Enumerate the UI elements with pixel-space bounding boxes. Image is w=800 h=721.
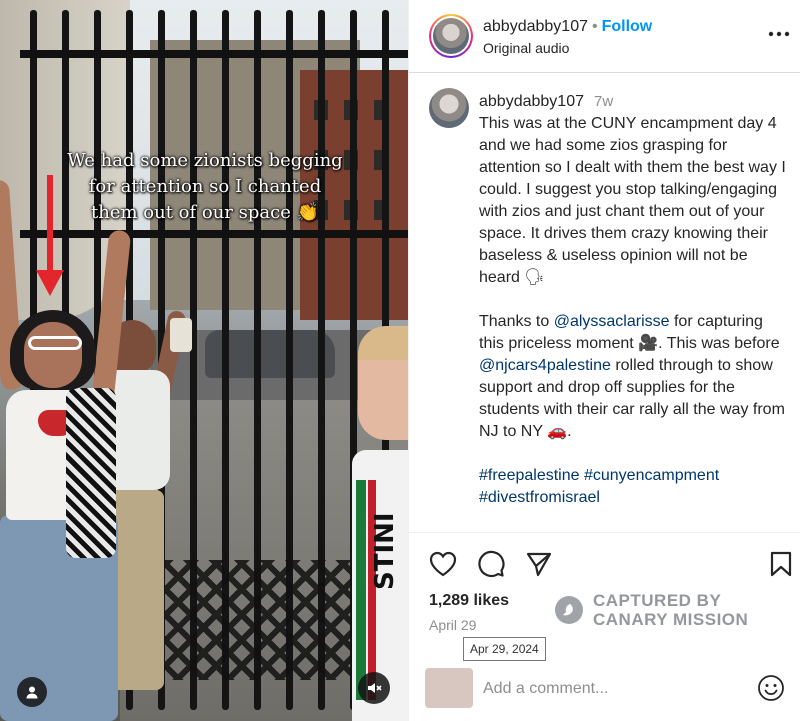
audio-label[interactable]: Original audio [483, 40, 569, 56]
post-header: abbydabby107 • Follow Original audio [409, 0, 800, 73]
mention-link[interactable]: @njcars4palestine [479, 357, 611, 374]
add-comment-row [409, 664, 800, 721]
video-cup [170, 318, 192, 352]
post-panel: abbydabby107 • Follow Original audio abbyd… [408, 0, 800, 721]
video-person-child: STINI [352, 326, 408, 721]
caption-line: for attention so I chanted [88, 176, 322, 197]
follow-button[interactable]: Follow [602, 18, 653, 35]
hashtag-link[interactable]: #freepalestine [479, 467, 580, 484]
comment-text-2: Thanks to @alyssaclarisse for capturing … [479, 313, 785, 440]
more-icon [768, 31, 790, 37]
save-button[interactable] [765, 548, 797, 580]
caption-line: We had some zionists begging [67, 150, 343, 171]
bookmark-icon [770, 551, 792, 577]
shirt-text: STINI [370, 512, 400, 590]
share-icon [526, 552, 552, 577]
canary-mission-watermark: CAPTURED BY CANARY MISSION [555, 590, 755, 630]
comment-body: abbydabby107 7w This was at the CUNY enca… [479, 91, 789, 509]
canary-logo-icon [555, 596, 583, 624]
emoji-button[interactable] [757, 674, 785, 702]
action-bar [409, 548, 800, 584]
video-caption: We had some zionists begging for attenti… [50, 148, 360, 226]
red-arrow-head [36, 270, 64, 296]
heart-icon [429, 551, 457, 577]
header-user-line: abbydabby107 • Follow [483, 18, 652, 36]
post-date[interactable]: April 29 [429, 617, 476, 633]
comment-time[interactable]: 7w [594, 93, 613, 110]
author-avatar[interactable] [429, 14, 473, 58]
likes-count[interactable]: 1,289 likes [429, 592, 509, 610]
divider [409, 532, 800, 533]
video-person-main [0, 179, 140, 721]
hashtag-link[interactable]: #divestfromisrael [479, 489, 600, 506]
current-user-avatar [425, 668, 473, 708]
add-comment-input[interactable] [483, 678, 743, 700]
mute-button[interactable] [358, 672, 390, 704]
watermark-text: CAPTURED BY CANARY MISSION [593, 591, 749, 629]
hashtag-link[interactable]: #cunyencampment [584, 467, 719, 484]
comment-avatar[interactable] [429, 88, 469, 128]
hashtags: #freepalestine #cunyencampment #divestfro… [479, 465, 789, 509]
post-video[interactable]: STINI We had some zionists begging for a… [0, 0, 408, 721]
emoji-icon [758, 675, 784, 701]
mute-icon [368, 683, 382, 693]
comment-button[interactable] [475, 548, 507, 580]
comment-icon [478, 550, 505, 577]
share-button[interactable] [523, 548, 555, 580]
user-tag-button[interactable] [17, 677, 47, 707]
date-tooltip: Apr 29, 2024 [463, 637, 546, 661]
author-username[interactable]: abbydabby107 [483, 18, 588, 35]
caption-line: them out of our space 👏 [91, 202, 319, 223]
mention-link[interactable]: @alyssaclarisse [554, 313, 670, 330]
more-options-button[interactable] [767, 26, 791, 46]
like-button[interactable] [427, 548, 459, 580]
comment-text: This was at the CUNY encampment day 4 an… [479, 115, 786, 286]
user-tag-icon [26, 686, 38, 699]
comment-username[interactable]: abbydabby107 [479, 93, 584, 110]
separator-dot: • [591, 18, 598, 35]
